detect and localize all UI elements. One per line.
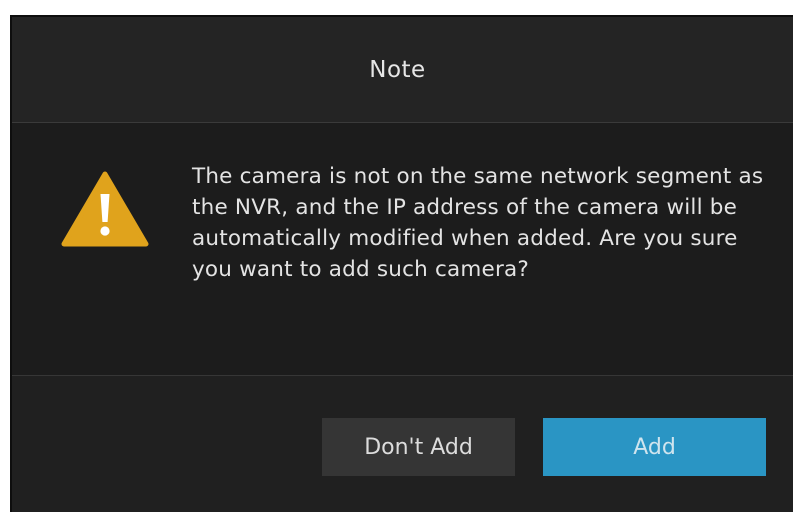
dialog-body: The camera is not on the same network se… bbox=[12, 123, 793, 375]
note-dialog: Note The camera is not on the same netwo… bbox=[10, 15, 793, 512]
dialog-title: Note bbox=[369, 56, 426, 83]
dialog-footer: Don't Add Add bbox=[12, 376, 793, 512]
add-button[interactable]: Add bbox=[543, 418, 766, 476]
dialog-header: Note bbox=[12, 17, 793, 123]
page: Note The camera is not on the same netwo… bbox=[0, 0, 793, 512]
warning-icon bbox=[61, 171, 149, 247]
dont-add-button[interactable]: Don't Add bbox=[322, 418, 515, 476]
dialog-message: The camera is not on the same network se… bbox=[192, 164, 764, 282]
